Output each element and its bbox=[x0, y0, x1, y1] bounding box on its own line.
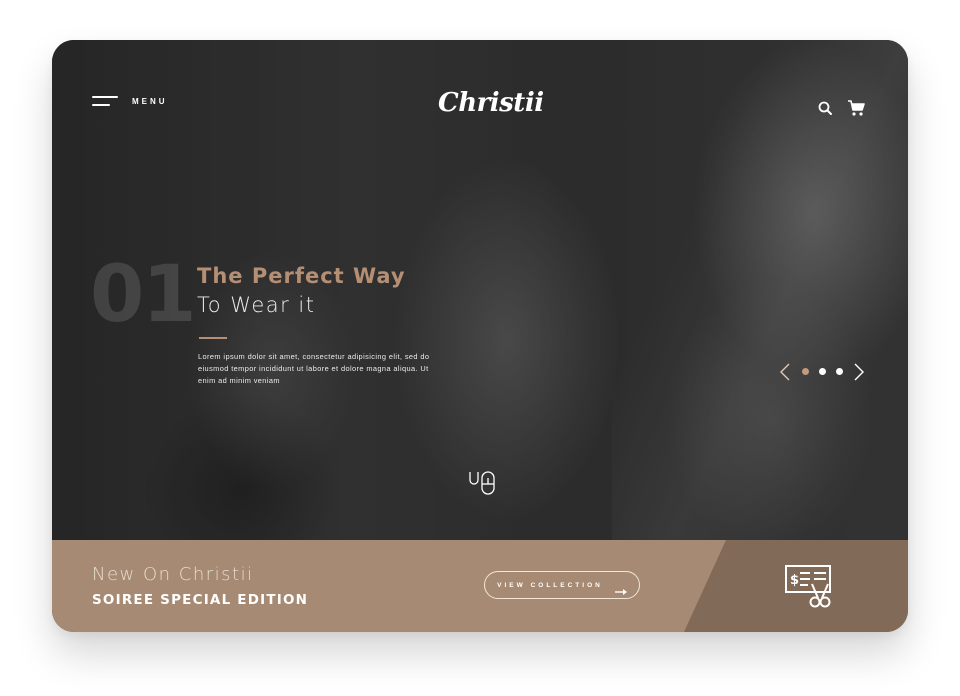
slide-number: 01 bbox=[90, 250, 197, 340]
view-collection-button[interactable]: VIEW COLLECTION bbox=[484, 571, 640, 599]
view-collection-label: VIEW COLLECTION bbox=[497, 581, 603, 589]
arrow-right-icon bbox=[614, 582, 627, 595]
headline-primary: The Perfect Way bbox=[197, 264, 406, 288]
menu-label: MENU bbox=[132, 96, 168, 106]
hero-description: Lorem ipsum dolor sit amet, consectetur … bbox=[198, 352, 430, 385]
chevron-right-icon[interactable] bbox=[852, 362, 866, 382]
menu-button[interactable]: MENU bbox=[92, 96, 168, 106]
slider-dot-1[interactable] bbox=[802, 368, 809, 375]
search-icon[interactable] bbox=[818, 101, 832, 115]
cart-icon[interactable] bbox=[847, 99, 865, 117]
chevron-left-icon[interactable] bbox=[778, 362, 792, 382]
headline-divider bbox=[199, 337, 227, 339]
coupon-scissors-icon[interactable]: $ bbox=[782, 562, 834, 610]
hamburger-icon bbox=[92, 96, 118, 106]
headline-secondary: To Wear it bbox=[197, 293, 316, 317]
slider-dot-3[interactable] bbox=[836, 368, 843, 375]
mouse-scroll-icon[interactable] bbox=[466, 470, 496, 500]
collection-subtitle: SOIREE SPECIAL EDITION bbox=[92, 592, 309, 608]
collection-title: New On Christii bbox=[92, 564, 254, 585]
slider-dot-2[interactable] bbox=[819, 368, 826, 375]
svg-text:$: $ bbox=[790, 573, 799, 588]
logo[interactable]: Christii bbox=[438, 88, 544, 118]
